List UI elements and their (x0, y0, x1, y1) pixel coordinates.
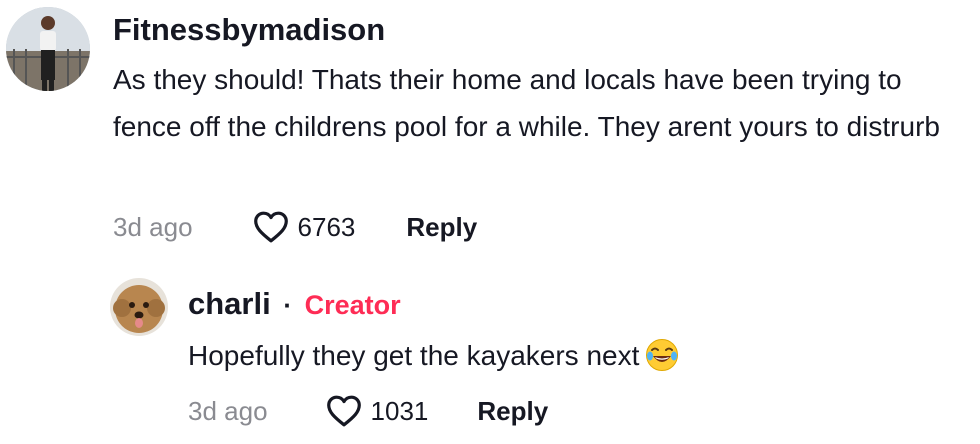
comment-timestamp: 3d ago (113, 211, 193, 242)
dog-avatar-photo-icon (110, 278, 168, 336)
comment-timestamp: 3d ago (188, 395, 268, 426)
like-button[interactable]: 6763 (253, 211, 356, 243)
separator-dot: · (283, 290, 293, 320)
heart-icon (253, 211, 288, 243)
avatar[interactable] (110, 278, 168, 336)
heart-icon (326, 395, 361, 427)
creator-badge: Creator (304, 290, 401, 320)
like-button[interactable]: 1031 (326, 395, 429, 427)
avatar[interactable] (6, 7, 90, 91)
face-with-tears-of-joy-icon (645, 338, 679, 386)
like-count: 6763 (297, 211, 356, 242)
comment-text-row: Hopefully they get the kayakers next (188, 332, 968, 386)
comment-meta: 3d ago 6763 Reply (113, 208, 477, 246)
comment-item: Fitnessbymadison As they should! Thats t… (0, 0, 980, 260)
comment-item: charli · Creator Hopefully they get the … (0, 270, 980, 444)
reply-header: charli · Creator (188, 286, 401, 322)
comment-username[interactable]: charli (188, 286, 271, 321)
user-avatar-photo-icon (6, 7, 90, 91)
comment-text: Hopefully they get the kayakers next (188, 340, 640, 371)
reply-button[interactable]: Reply (406, 212, 477, 243)
like-count: 1031 (370, 395, 429, 426)
reply-button[interactable]: Reply (477, 396, 548, 427)
comment-meta: 3d ago 1031 Reply (188, 392, 548, 430)
comment-text: As they should! Thats their home and loc… (113, 64, 940, 142)
comment-username[interactable]: Fitnessbymadison (113, 12, 385, 48)
